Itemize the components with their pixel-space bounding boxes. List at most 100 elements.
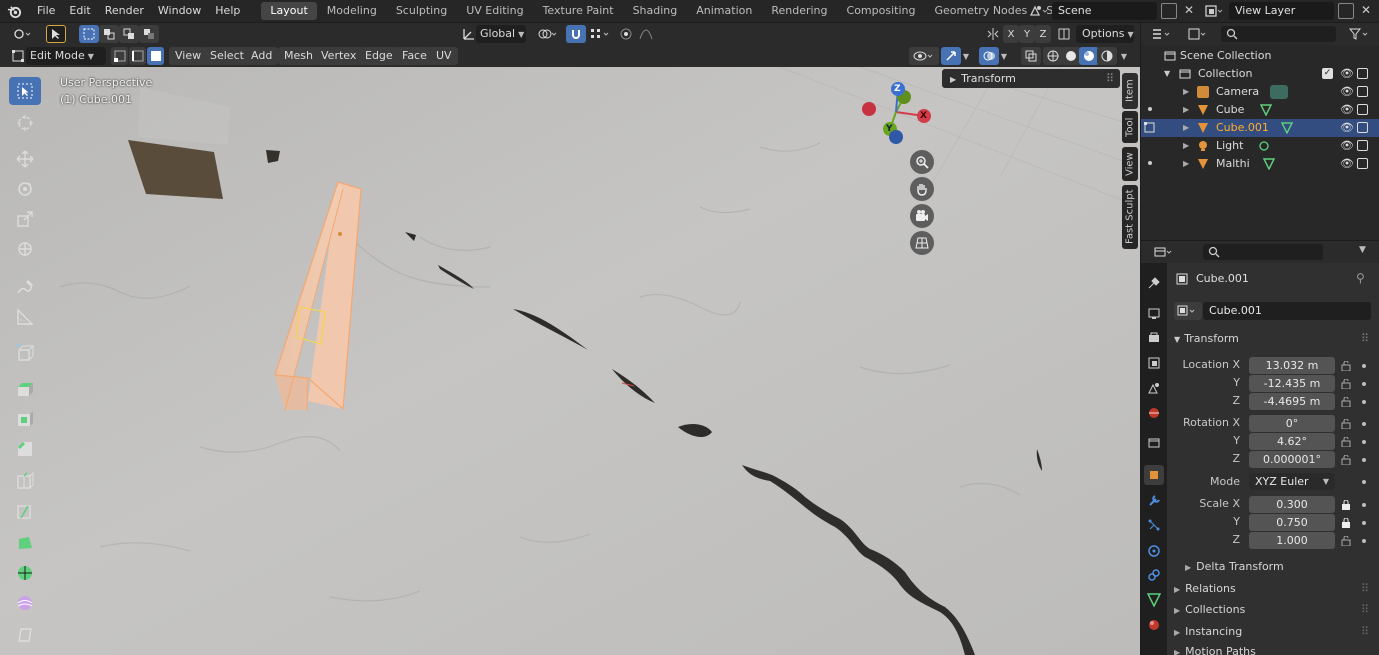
- tab-sculpting[interactable]: Sculpting: [387, 2, 456, 20]
- menu-edge[interactable]: Edge: [359, 47, 399, 65]
- proportional-edit-icon[interactable]: [616, 25, 636, 43]
- drag-handle-icon[interactable]: ⠿: [1361, 603, 1369, 616]
- face-select-icon[interactable]: [147, 47, 164, 65]
- keyframe-dot-icon[interactable]: [1362, 480, 1366, 484]
- tab-shading[interactable]: Shading: [624, 2, 687, 20]
- rotation-x-field[interactable]: 0°: [1249, 415, 1335, 432]
- scale-tool-icon[interactable]: [9, 205, 41, 233]
- mode-dropdown[interactable]: Edit Mode ▼: [26, 47, 106, 65]
- visibility-toggle-icon[interactable]: [909, 47, 939, 65]
- keyframe-dot-icon[interactable]: [1362, 382, 1366, 386]
- drag-handle-icon[interactable]: ⠿: [1361, 332, 1369, 345]
- mode-extend-icon[interactable]: [99, 25, 119, 43]
- menu-add[interactable]: Add: [245, 47, 279, 65]
- cursor-tool-icon[interactable]: [9, 109, 41, 137]
- outliner-editor-type-icon[interactable]: [1147, 25, 1177, 43]
- xray-toggle-icon[interactable]: [1021, 47, 1041, 65]
- expand-icon[interactable]: ▶: [1183, 83, 1189, 101]
- pivot-point-icon[interactable]: [534, 25, 562, 43]
- scale-z-field[interactable]: 1.000: [1249, 532, 1335, 549]
- eye-icon[interactable]: 👁: [1340, 155, 1354, 173]
- menu-face[interactable]: Face: [396, 47, 433, 65]
- lock-rotation-y-icon[interactable]: [1341, 437, 1351, 447]
- drag-handle-icon[interactable]: ⠿: [1361, 625, 1369, 638]
- transform-panel-header[interactable]: ▶ Transform ⠿: [942, 69, 1120, 88]
- tab-uv-editing[interactable]: UV Editing: [457, 2, 532, 20]
- constraints-properties-icon[interactable]: [1144, 565, 1164, 585]
- motion-paths-section[interactable]: ▶ Motion Paths: [1174, 645, 1256, 655]
- options-dropdown[interactable]: Options ▼: [1076, 25, 1134, 43]
- outliner-row-scene-collection[interactable]: Scene Collection: [1141, 47, 1379, 65]
- expand-icon[interactable]: ▶: [1183, 101, 1189, 119]
- delta-transform-section[interactable]: ▶ Delta Transform: [1185, 560, 1284, 573]
- poly-build-tool-icon[interactable]: [9, 529, 41, 557]
- loop-cut-tool-icon[interactable]: [9, 467, 41, 495]
- tab-compositing[interactable]: Compositing: [838, 2, 925, 20]
- menu-edit[interactable]: Edit: [62, 0, 97, 22]
- render-camera-icon[interactable]: [1357, 140, 1368, 151]
- lock-rotation-x-icon[interactable]: [1341, 419, 1351, 429]
- collapse-icon[interactable]: ▼: [1164, 65, 1170, 83]
- keyframe-dot-icon[interactable]: [1362, 400, 1366, 404]
- rotate-tool-icon[interactable]: [9, 175, 41, 203]
- outliner-row-camera[interactable]: ▶ Camera 👁: [1141, 83, 1379, 101]
- axis-z-toggle[interactable]: Z: [1035, 25, 1051, 43]
- side-tab-tool[interactable]: Tool: [1122, 111, 1138, 143]
- outliner-row-cube[interactable]: ▶ Cube 👁: [1141, 101, 1379, 119]
- smooth-tool-icon[interactable]: [9, 589, 41, 617]
- scale-x-field[interactable]: 0.300: [1249, 496, 1335, 513]
- add-cube-tool-icon[interactable]: [9, 339, 41, 367]
- tab-texture-paint[interactable]: Texture Paint: [534, 2, 623, 20]
- outliner-row-malthi[interactable]: ▶ Malthi 👁: [1141, 155, 1379, 173]
- location-y-field[interactable]: -12.435 m: [1249, 375, 1335, 392]
- menu-vertex[interactable]: Vertex: [315, 47, 363, 65]
- lock-location-z-icon[interactable]: [1341, 397, 1351, 407]
- rotation-y-field[interactable]: 4.62°: [1249, 433, 1335, 450]
- filter-icon[interactable]: [1346, 25, 1374, 43]
- 3d-viewport[interactable]: User Perspective (1) Cube.001 X Y Z ▶ Tra…: [0, 67, 1140, 655]
- relations-section[interactable]: ▶ Relations: [1174, 582, 1236, 595]
- tab-layout[interactable]: Layout: [261, 2, 317, 20]
- falloff-icon[interactable]: [636, 25, 656, 43]
- annotate-tool-icon[interactable]: [9, 273, 41, 301]
- menu-render[interactable]: Render: [98, 0, 151, 22]
- knife-tool-icon[interactable]: [9, 497, 41, 525]
- output-properties-icon[interactable]: [1144, 328, 1164, 348]
- material-properties-icon[interactable]: [1144, 615, 1164, 635]
- keyframe-dot-icon[interactable]: [1362, 422, 1366, 426]
- eye-icon[interactable]: 👁: [1340, 65, 1354, 83]
- spin-tool-icon[interactable]: [9, 559, 41, 587]
- display-mode-icon[interactable]: [1183, 25, 1213, 43]
- view-layer-icon[interactable]: [1204, 3, 1224, 19]
- wireframe-shading-icon[interactable]: [1043, 47, 1063, 65]
- keyframe-dot-icon[interactable]: [1362, 539, 1366, 543]
- side-tab-item[interactable]: Item: [1122, 73, 1138, 109]
- camera-view-icon[interactable]: [910, 204, 934, 228]
- measure-tool-icon[interactable]: [9, 303, 41, 331]
- scale-y-field[interactable]: 0.750: [1249, 514, 1335, 531]
- solid-shading-icon[interactable]: [1061, 47, 1081, 65]
- tab-animation[interactable]: Animation: [687, 2, 761, 20]
- extrude-tool-icon[interactable]: [9, 375, 41, 403]
- scene-name-field[interactable]: Scene: [1052, 2, 1157, 20]
- blender-logo-icon[interactable]: [6, 3, 22, 19]
- pan-hand-icon[interactable]: [910, 177, 934, 201]
- keyframe-dot-icon[interactable]: [1362, 503, 1366, 507]
- datablock-name-field[interactable]: Cube.001: [1203, 302, 1371, 320]
- editor-type-icon[interactable]: [8, 25, 38, 43]
- lock-scale-y-icon[interactable]: [1341, 518, 1351, 528]
- gizmo-neg-x-icon[interactable]: [862, 102, 876, 116]
- edge-select-icon[interactable]: [129, 47, 146, 65]
- axis-x-toggle[interactable]: X: [1003, 25, 1019, 43]
- perspective-toggle-icon[interactable]: [910, 231, 934, 255]
- shading-dropdown-icon[interactable]: ▼: [1117, 47, 1131, 65]
- lock-location-y-icon[interactable]: [1341, 379, 1351, 389]
- lock-scale-x-icon[interactable]: [1341, 500, 1351, 510]
- properties-options-icon[interactable]: ▼: [1359, 245, 1366, 255]
- location-x-field[interactable]: 13.032 m: [1249, 357, 1335, 374]
- tab-geometry-nodes[interactable]: Geometry Nodes: [925, 2, 1036, 20]
- lock-rotation-z-icon[interactable]: [1341, 455, 1351, 465]
- rendered-shading-icon[interactable]: [1097, 47, 1117, 65]
- scene-icon[interactable]: [1028, 3, 1048, 19]
- zoom-icon[interactable]: [910, 150, 934, 174]
